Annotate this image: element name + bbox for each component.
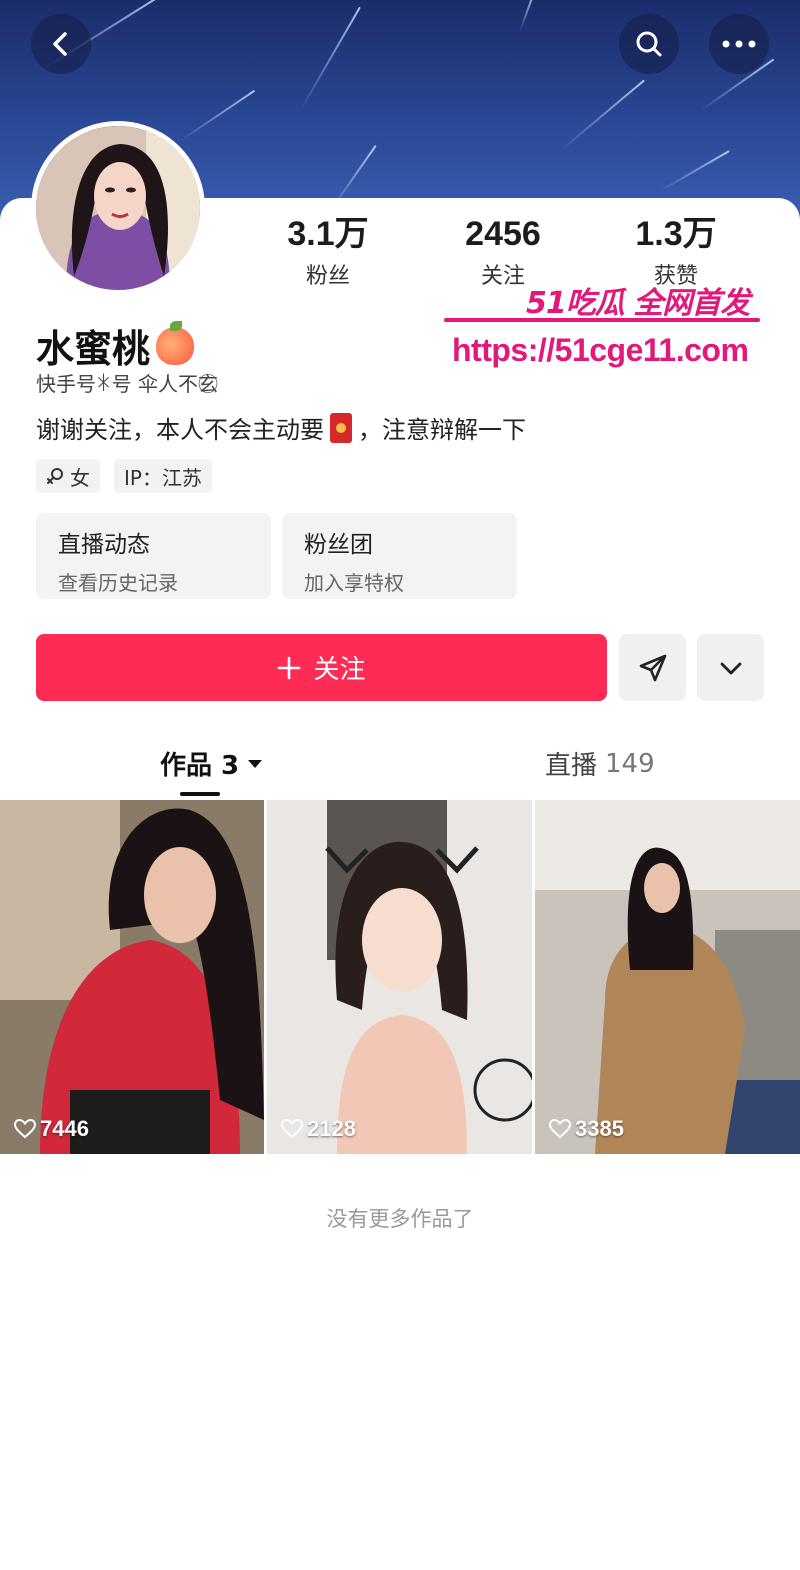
bio-text-end: ，注意辩解一下 <box>358 416 526 444</box>
send-icon <box>639 654 666 681</box>
stat-label: 粉丝 <box>305 264 350 289</box>
bio-text-start: 谢谢关注，本人不会主动要 <box>36 416 324 444</box>
tab-works[interactable]: 作品 3 <box>160 745 263 782</box>
plus-icon <box>278 656 301 679</box>
search-icon <box>636 31 662 57</box>
stat-value: 2456 <box>465 215 541 253</box>
kuaishou-id[interactable]: 快手号ꁘ号 伞人不玄⃝ <box>36 368 218 397</box>
follow-button-label: 关注 <box>313 655 366 685</box>
watermark-line <box>444 318 760 322</box>
caret-down-icon <box>248 759 263 768</box>
watermark-title: 51吃瓜 全网首发 <box>526 286 750 321</box>
female-icon <box>47 468 63 484</box>
feature-title: 粉丝团 <box>304 532 373 558</box>
fan-club-card[interactable]: 粉丝团 加入享特权 <box>282 513 517 599</box>
feature-title: 直播动态 <box>58 532 150 558</box>
stat-value: 3.1万 <box>287 215 369 253</box>
profile-bio: 谢谢关注，本人不会主动要 ，注意辩解一下 <box>36 410 526 445</box>
work-thumbnail[interactable]: 3385 <box>535 800 800 1154</box>
back-button[interactable] <box>31 14 91 74</box>
tab-live-label: 直播 <box>545 751 598 781</box>
follow-button[interactable]: 关注 <box>36 634 607 701</box>
profile-name: 水蜜桃 <box>36 318 195 373</box>
peach-emoji-icon <box>156 320 195 365</box>
like-count-value: 2128 <box>307 1116 356 1141</box>
active-tab-indicator <box>180 792 220 796</box>
like-count: 2128 <box>281 1116 356 1142</box>
tab-works-label: 作品 3 <box>160 751 240 781</box>
gender-tag: 女 <box>36 459 100 493</box>
more-button[interactable] <box>709 14 769 74</box>
heart-icon <box>281 1119 303 1139</box>
stat-fans[interactable]: 3.1万 粉丝 <box>253 214 403 290</box>
feature-subtitle: 查看历史记录 <box>58 571 178 595</box>
heart-icon <box>14 1119 36 1139</box>
watermark-url: https://51cge11.com <box>452 332 749 368</box>
like-count: 3385 <box>549 1116 624 1142</box>
profile-name-text: 水蜜桃 <box>36 327 151 371</box>
feature-subtitle: 加入享特权 <box>304 571 404 595</box>
like-count-value: 7446 <box>40 1116 89 1141</box>
work-thumbnail[interactable]: 7446 <box>0 800 264 1154</box>
more-icon <box>722 40 756 48</box>
tab-live-count: 149 <box>605 748 655 779</box>
tab-live[interactable]: 直播 149 <box>545 745 655 782</box>
gender-tag-label: 女 <box>70 465 90 490</box>
work-thumbnail[interactable]: 2128 <box>267 800 532 1154</box>
avatar[interactable] <box>31 121 205 295</box>
stat-value: 1.3万 <box>635 215 717 253</box>
live-history-card[interactable]: 直播动态 查看历史记录 <box>36 513 271 599</box>
ip-tag: IP：江苏 <box>114 459 212 493</box>
like-count: 7446 <box>14 1116 89 1142</box>
ip-tag-label: IP：江苏 <box>124 465 202 490</box>
red-envelope-icon <box>330 412 352 443</box>
like-count-value: 3385 <box>575 1116 624 1141</box>
watermark: 51吃瓜 全网首发 https://51cge11.com <box>440 268 770 380</box>
no-more-works-text: 没有更多作品了 <box>326 1207 474 1231</box>
chevron-down-icon <box>720 662 741 674</box>
share-button[interactable] <box>619 634 686 701</box>
chevron-left-icon <box>53 32 67 56</box>
search-button[interactable] <box>619 14 679 74</box>
expand-button[interactable] <box>697 634 764 701</box>
heart-icon <box>549 1119 571 1139</box>
